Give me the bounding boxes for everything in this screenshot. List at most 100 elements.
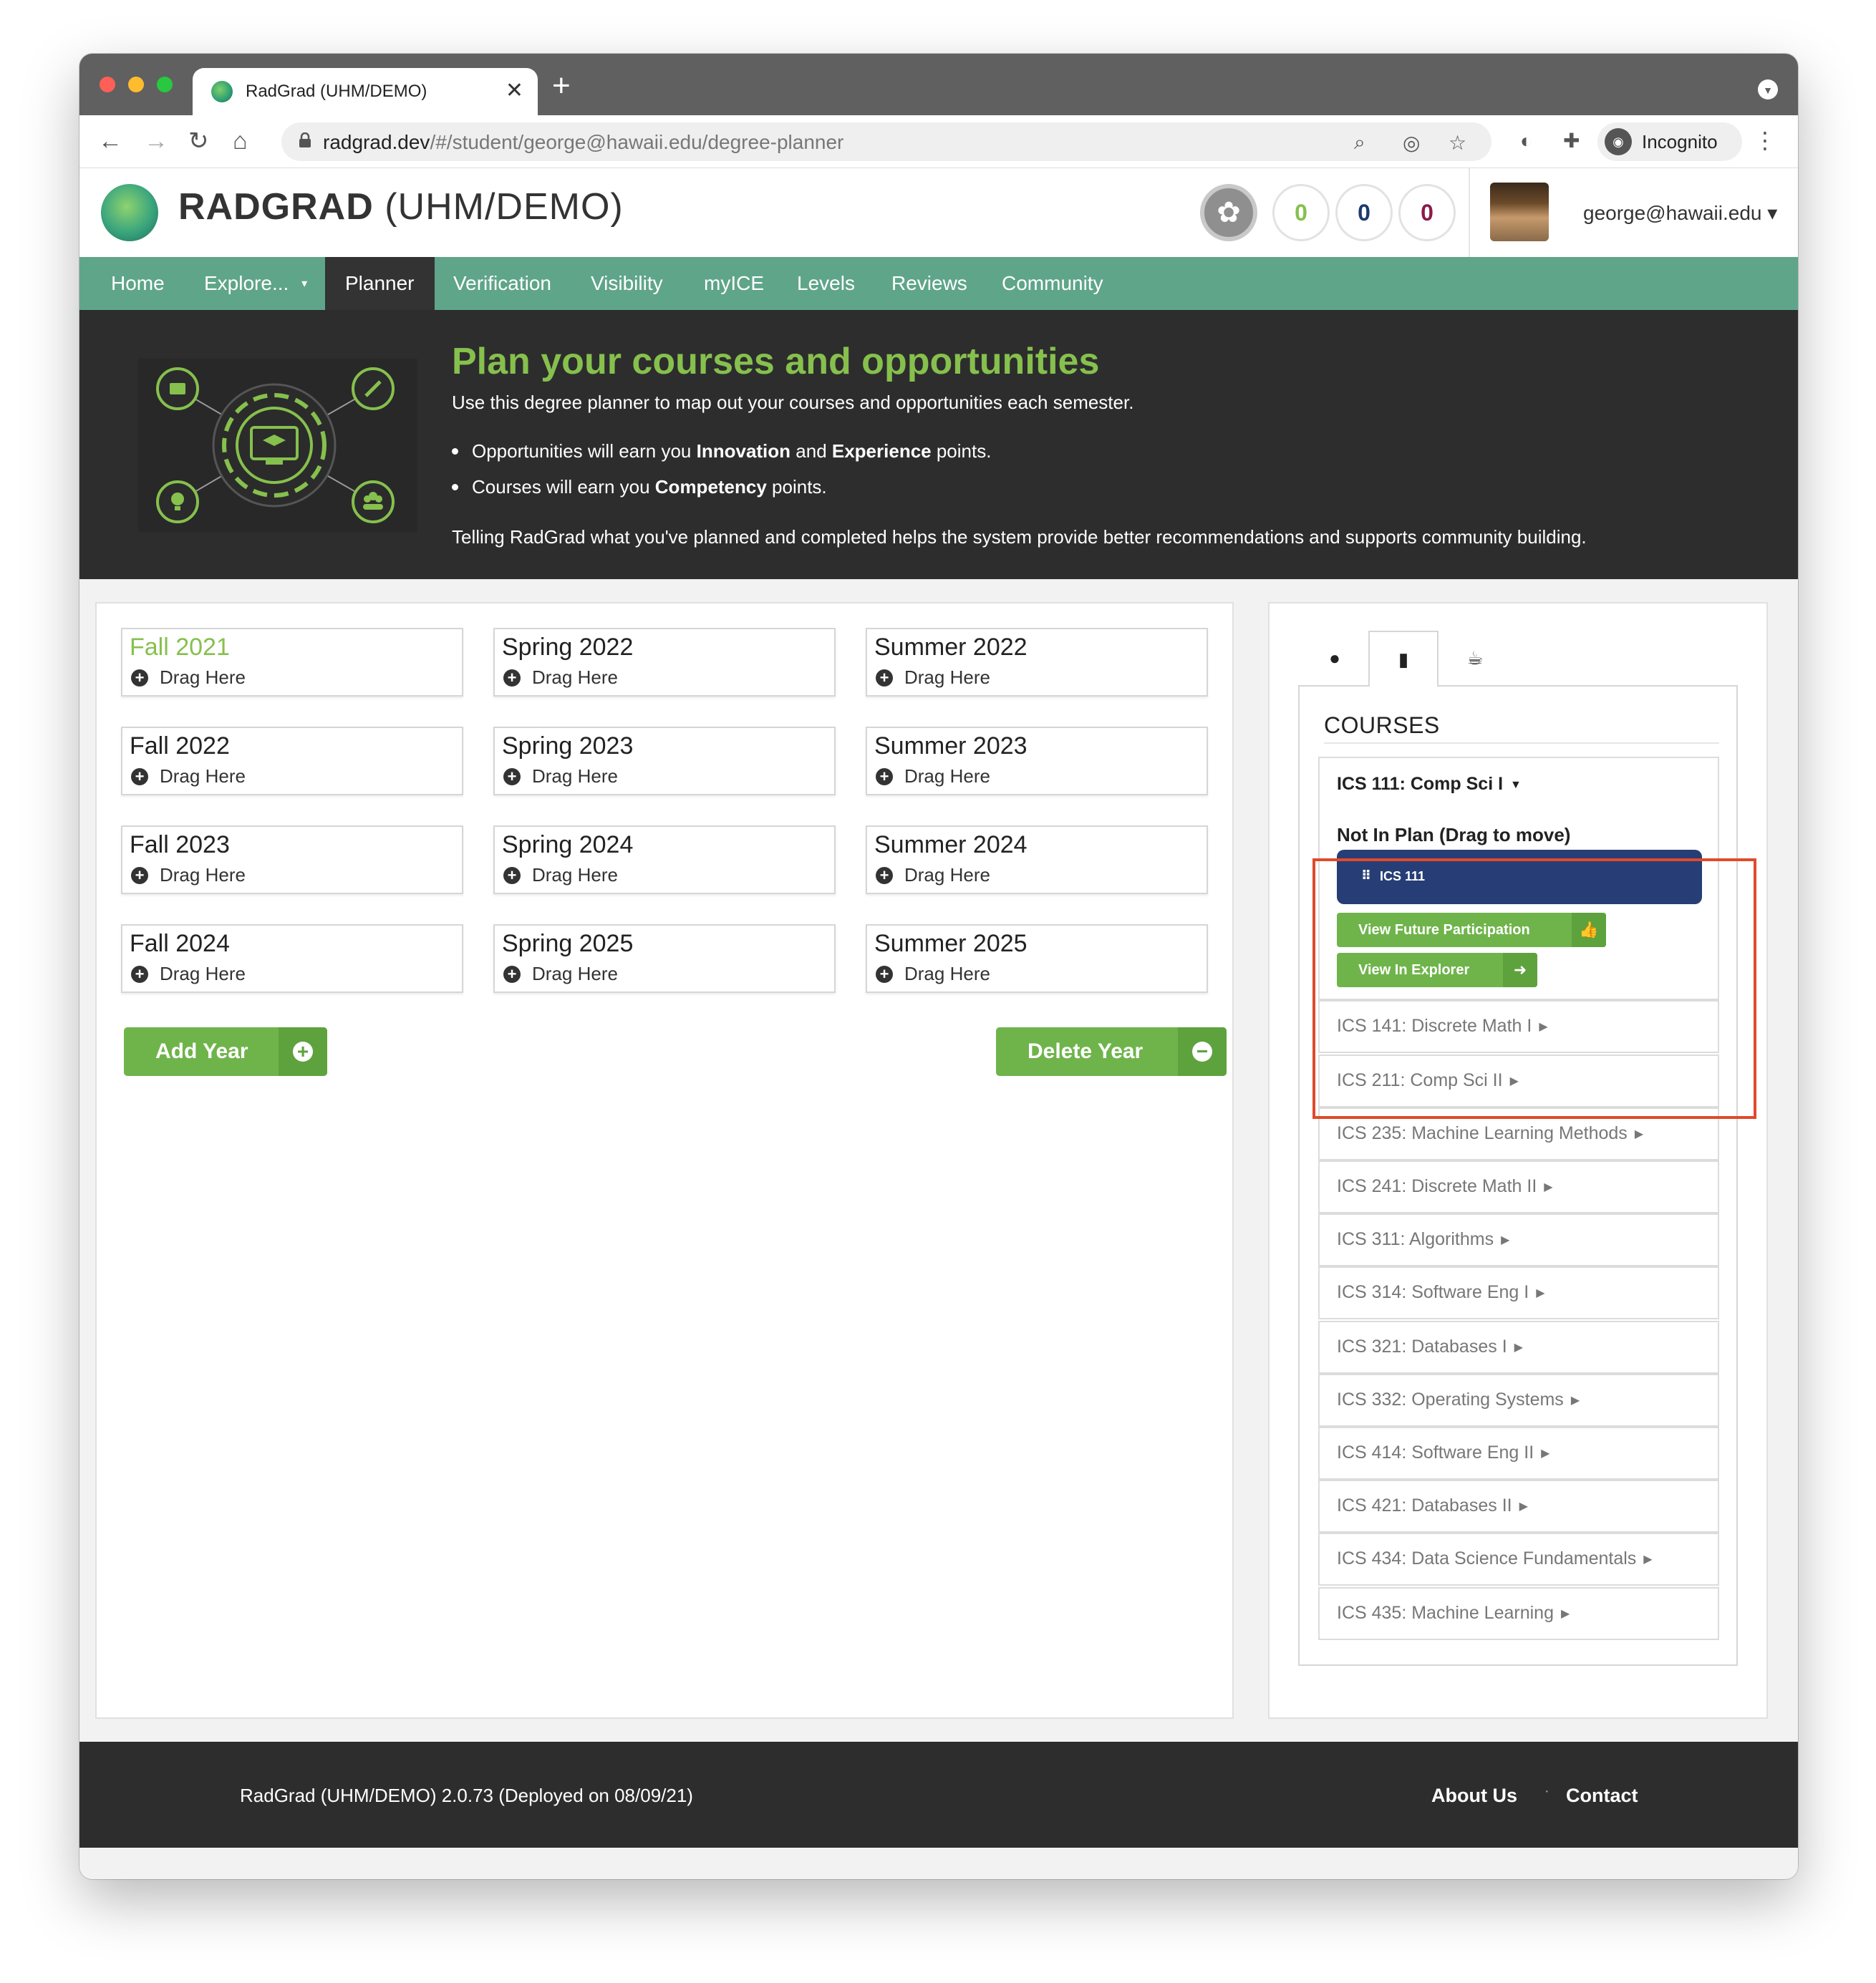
course-item-expanded[interactable]: ICS 111: Comp Sci I ▼ Not In Plan (Drag t…	[1318, 757, 1719, 1000]
drag-target[interactable]: + Drag Here	[503, 666, 618, 689]
drag-target[interactable]: + Drag Here	[876, 864, 990, 886]
semester-fall-2023[interactable]: Fall 2023 + Drag Here	[121, 825, 463, 894]
semester-summer-2025[interactable]: Summer 2025 + Drag Here	[866, 924, 1208, 993]
drag-target[interactable]: + Drag Here	[131, 765, 246, 787]
reload-icon[interactable]: ↻	[188, 128, 209, 154]
forward-icon[interactable]: →	[144, 128, 168, 154]
browser-window: RadGrad (UHM/DEMO) ✕ + ▼ ← → ↻ ⌂ radgrad…	[79, 54, 1798, 1879]
delete-year-button[interactable]: Delete Year −	[996, 1027, 1227, 1076]
view-in-explorer-button[interactable]: View In Explorer ➜	[1337, 953, 1537, 987]
bookmark-star-icon[interactable]: ☆	[1449, 131, 1466, 155]
back-icon[interactable]: ←	[98, 128, 122, 154]
drag-target[interactable]: + Drag Here	[131, 666, 246, 689]
drag-target[interactable]: + Drag Here	[503, 765, 618, 787]
semester-name: Spring 2023	[502, 732, 634, 760]
menu-levels[interactable]: Levels	[777, 257, 875, 310]
caret-right-icon: ▶	[1514, 1342, 1523, 1354]
caret-right-icon: ▶	[1539, 1021, 1548, 1033]
browser-menu-icon[interactable]: ⋮	[1754, 127, 1776, 154]
course-title[interactable]: ICS 111: Comp Sci I ▼	[1337, 774, 1522, 795]
menu-home[interactable]: Home	[91, 257, 185, 310]
semester-name: Summer 2022	[874, 634, 1028, 661]
menu-verification[interactable]: Verification	[433, 257, 571, 310]
maximize-window-button[interactable]	[157, 77, 173, 92]
menu-explore[interactable]: Explore... ▾	[184, 257, 327, 310]
explore-caret-icon: ▾	[301, 278, 308, 290]
course-item[interactable]: ICS 434: Data Science Fundamentals ▶	[1318, 1533, 1719, 1586]
brand-title[interactable]: RADGRAD (UHM/DEMO)	[178, 185, 624, 228]
plus-circle-icon: +	[503, 965, 521, 983]
plus-circle-icon: +	[131, 669, 148, 687]
home-icon[interactable]: ⌂	[233, 128, 248, 154]
contact-link[interactable]: Contact	[1566, 1785, 1638, 1807]
ice-icon[interactable]: ✿	[1200, 184, 1257, 241]
semester-name: Fall 2022	[130, 732, 230, 760]
planner-sidebar: ● ▮ ☕ COURSES ICS 111: Comp Sci I ▼ Not I…	[1268, 602, 1768, 1719]
avatar[interactable]	[1490, 183, 1549, 241]
semester-fall-2021[interactable]: Fall 2021 + Drag Here	[121, 628, 463, 697]
minimize-window-button[interactable]	[128, 77, 144, 92]
browser-tab[interactable]: RadGrad (UHM/DEMO) ✕	[193, 68, 538, 115]
semester-spring-2023[interactable]: Spring 2023 + Drag Here	[493, 727, 836, 795]
lightbulb-icon: ●	[1329, 647, 1340, 669]
semester-spring-2025[interactable]: Spring 2025 + Drag Here	[493, 924, 836, 993]
menu-planner[interactable]: Planner	[325, 257, 435, 310]
zoom-icon[interactable]: ⌕	[1354, 131, 1365, 155]
semester-fall-2024[interactable]: Fall 2024 + Drag Here	[121, 924, 463, 993]
plus-circle-icon: +	[876, 866, 893, 884]
puzzle-icon[interactable]: ✚	[1563, 128, 1580, 154]
add-year-button[interactable]: Add Year +	[124, 1027, 327, 1076]
user-menu[interactable]: george@hawaii.edu ▾	[1583, 201, 1777, 225]
course-item[interactable]: ICS 414: Software Eng II ▶	[1318, 1427, 1719, 1480]
course-item[interactable]: ICS 421: Databases II ▶	[1318, 1480, 1719, 1533]
drag-target[interactable]: + Drag Here	[503, 864, 618, 886]
drag-target[interactable]: + Drag Here	[876, 765, 990, 787]
view-future-participation-button[interactable]: View Future Participation 👍	[1337, 913, 1606, 947]
extension-icon[interactable]: ◐	[1520, 128, 1532, 154]
tab-opportunities[interactable]: ☕	[1440, 631, 1510, 685]
drag-target[interactable]: + Drag Here	[876, 963, 990, 985]
semester-summer-2023[interactable]: Summer 2023 + Drag Here	[866, 727, 1208, 795]
innovation-score[interactable]: 0	[1272, 184, 1330, 241]
radgrad-logo[interactable]	[101, 184, 158, 241]
course-item[interactable]: ICS 435: Machine Learning ▶	[1318, 1587, 1719, 1640]
about-us-link[interactable]: About Us	[1431, 1785, 1517, 1807]
course-item[interactable]: ICS 211: Comp Sci II ▶	[1318, 1054, 1719, 1107]
course-item[interactable]: ICS 314: Software Eng I ▶	[1318, 1266, 1719, 1319]
eye-off-icon[interactable]: ◎	[1403, 131, 1420, 155]
drag-target[interactable]: + Drag Here	[503, 963, 618, 985]
semester-fall-2022[interactable]: Fall 2022 + Drag Here	[121, 727, 463, 795]
course-item[interactable]: ICS 241: Discrete Math II ▶	[1318, 1160, 1719, 1213]
tab-courses[interactable]: ▮	[1368, 631, 1439, 687]
close-window-button[interactable]	[100, 77, 115, 92]
semester-summer-2022[interactable]: Summer 2022 + Drag Here	[866, 628, 1208, 697]
semester-spring-2022[interactable]: Spring 2022 + Drag Here	[493, 628, 836, 697]
drag-target[interactable]: + Drag Here	[131, 963, 246, 985]
menu-visibility[interactable]: Visibility	[571, 257, 683, 310]
new-tab-icon[interactable]: +	[552, 68, 571, 104]
draggable-course-chip[interactable]: ⠿ ICS 111	[1337, 850, 1702, 904]
plus-circle-icon: +	[279, 1027, 327, 1076]
drag-target[interactable]: + Drag Here	[876, 666, 990, 689]
course-item[interactable]: ICS 141: Discrete Math I ▶	[1318, 1000, 1719, 1053]
tab-search-icon[interactable]: ▼	[1758, 79, 1778, 100]
experience-score[interactable]: 0	[1398, 184, 1456, 241]
course-item[interactable]: ICS 235: Machine Learning Methods ▶	[1318, 1107, 1719, 1160]
menu-community[interactable]: Community	[982, 257, 1123, 310]
caret-right-icon: ▶	[1519, 1500, 1528, 1513]
course-item[interactable]: ICS 332: Operating Systems ▶	[1318, 1374, 1719, 1427]
drag-target[interactable]: + Drag Here	[131, 864, 246, 886]
menu-reviews[interactable]: Reviews	[871, 257, 987, 310]
tab-lightbulb[interactable]: ●	[1300, 631, 1370, 685]
competency-score[interactable]: 0	[1335, 184, 1393, 241]
course-item[interactable]: ICS 311: Algorithms ▶	[1318, 1213, 1719, 1266]
close-tab-icon[interactable]: ✕	[506, 78, 523, 103]
course-item[interactable]: ICS 321: Databases I ▶	[1318, 1321, 1719, 1374]
semester-summer-2024[interactable]: Summer 2024 + Drag Here	[866, 825, 1208, 894]
plus-circle-icon: +	[876, 669, 893, 687]
menu-myice[interactable]: myICE	[684, 257, 784, 310]
incognito-badge[interactable]: ◉ Incognito	[1597, 122, 1742, 161]
address-bar[interactable]: radgrad.dev/#/student/george@hawaii.edu/…	[281, 122, 1491, 161]
planner-illustration	[138, 359, 417, 532]
semester-spring-2024[interactable]: Spring 2024 + Drag Here	[493, 825, 836, 894]
